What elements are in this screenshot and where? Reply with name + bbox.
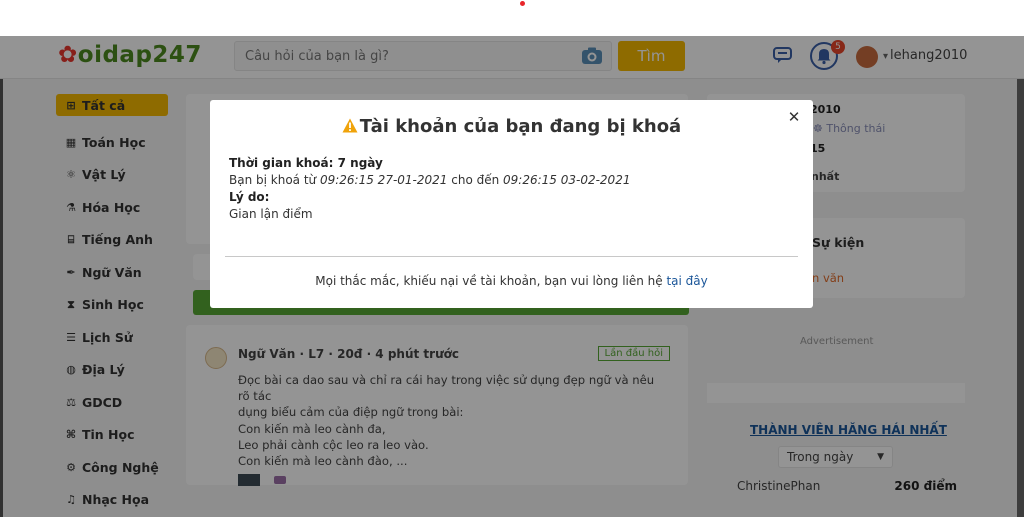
screen: ✿oidap247 Tìm xyxy=(0,0,1024,517)
lock-period: Bạn bị khoá từ 09:26:15 27-01-2021 cho đ… xyxy=(229,173,631,187)
dialog-footer: Mọi thắc mắc, khiếu nại về tài khoản, bạ… xyxy=(210,274,813,288)
account-locked-dialog: ✕ Tài khoản của bạn đang bị khoá Thời gi… xyxy=(210,100,813,308)
lock-duration: Thời gian khoá: 7 ngày xyxy=(229,156,383,170)
lock-reason: Gian lận điểm xyxy=(229,207,313,221)
lock-end-time: 09:26:15 03-02-2021 xyxy=(503,173,631,187)
lock-start-time: 09:26:15 27-01-2021 xyxy=(319,173,448,187)
reason-label: Lý do: xyxy=(229,190,270,204)
warning-icon xyxy=(342,118,358,133)
divider xyxy=(225,256,798,257)
dialog-body: Thời gian khoá: 7 ngày Bạn bị khoá từ 09… xyxy=(229,155,630,223)
dialog-title: Tài khoản của bạn đang bị khoá xyxy=(210,116,813,137)
contact-link[interactable]: tại đây xyxy=(666,274,707,288)
dialog-title-text: Tài khoản của bạn đang bị khoá xyxy=(359,116,682,137)
footer-text: Mọi thắc mắc, khiếu nại về tài khoản, bạ… xyxy=(315,274,667,288)
recording-indicator xyxy=(520,1,525,6)
